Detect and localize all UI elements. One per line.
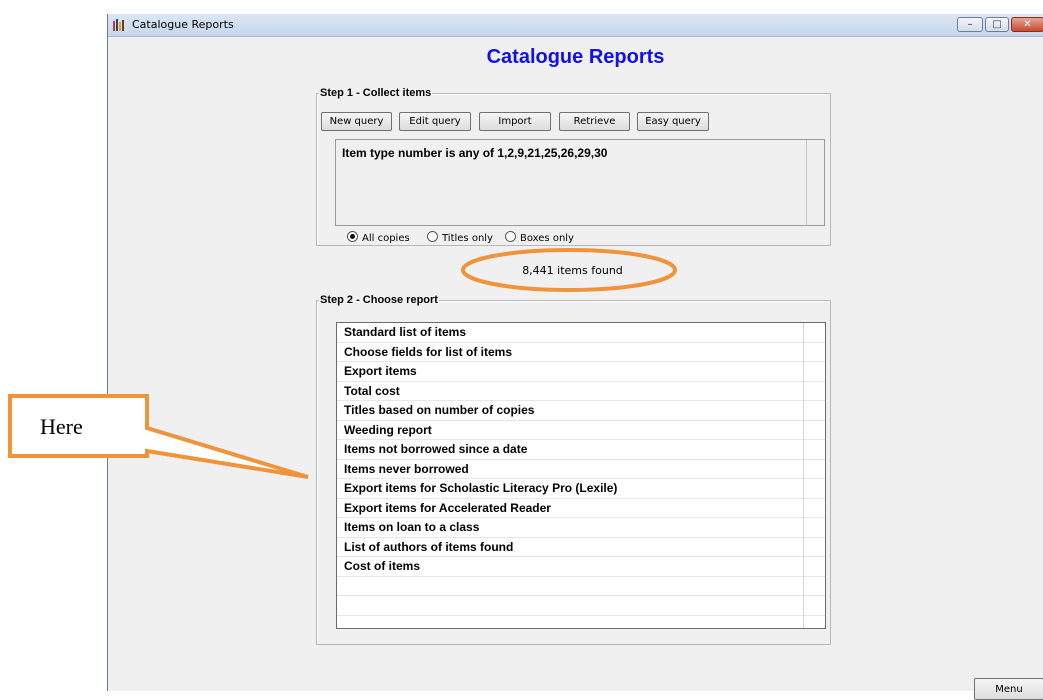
catalogue-reports-window: Catalogue Reports – □ ✕ Catalogue Report… <box>107 14 1043 700</box>
import-button[interactable]: Import <box>479 112 551 131</box>
report-list-item[interactable]: Items not borrowed since a date <box>337 440 825 460</box>
query-scrollbar[interactable] <box>806 140 824 225</box>
maximize-button[interactable]: □ <box>985 17 1009 32</box>
all-copies-label: All copies <box>362 233 410 244</box>
boxes-only-radio[interactable]: Boxes only <box>505 231 574 244</box>
report-list-item[interactable]: Export items <box>337 362 825 382</box>
retrieve-button[interactable]: Retrieve <box>559 112 630 131</box>
step2-legend: Step 2 - Choose report <box>320 294 438 306</box>
minimize-button[interactable]: – <box>957 17 983 32</box>
report-list-item[interactable]: Standard list of items <box>337 323 825 343</box>
app-icon <box>113 19 124 31</box>
report-list-item[interactable] <box>337 596 825 616</box>
report-list-item[interactable]: Export items for Scholastic Literacy Pro… <box>337 479 825 499</box>
report-list[interactable]: Standard list of items Choose fields for … <box>336 322 826 629</box>
items-found-count: 8,441 items found <box>522 264 623 277</box>
report-list-item[interactable]: Total cost <box>337 382 825 401</box>
callout-label: Here <box>40 414 83 439</box>
report-list-item[interactable]: Cost of items <box>337 557 825 577</box>
radio-selected-icon <box>347 231 358 242</box>
titles-only-label: Titles only <box>442 233 493 244</box>
report-list-item[interactable]: List of authors of items found <box>337 538 825 557</box>
menu-button[interactable]: Menu <box>974 678 1043 700</box>
report-list-item[interactable]: Titles based on number of copies <box>337 401 825 421</box>
page-title: Catalogue Reports <box>486 46 665 68</box>
edit-query-button[interactable]: Edit query <box>399 112 471 131</box>
step1-collect-items-group: Step 1 - Collect items New query Edit qu… <box>316 87 831 246</box>
easy-query-button[interactable]: Easy query <box>637 112 709 131</box>
report-list-item[interactable]: Export items for Accelerated Reader <box>337 499 825 518</box>
step1-legend: Step 1 - Collect items <box>320 87 432 99</box>
report-list-item[interactable] <box>337 577 825 596</box>
all-copies-radio[interactable]: All copies <box>347 231 410 244</box>
query-description-box[interactable]: Item type number is any of 1,2,9,21,25,2… <box>335 139 825 226</box>
list-column-divider <box>803 323 804 628</box>
window-title: Catalogue Reports <box>132 18 234 31</box>
report-list-item[interactable]: Choose fields for list of items <box>337 343 825 362</box>
report-list-item[interactable] <box>337 616 825 629</box>
title-bar[interactable]: Catalogue Reports – □ ✕ <box>108 14 1043 37</box>
new-query-button[interactable]: New query <box>321 112 392 131</box>
report-list-item[interactable]: Weeding report <box>337 421 825 440</box>
query-description-text: Item type number is any of 1,2,9,21,25,2… <box>342 146 608 160</box>
close-button[interactable]: ✕ <box>1011 17 1043 32</box>
report-list-item[interactable]: Items on loan to a class <box>337 518 825 538</box>
titles-only-radio[interactable]: Titles only <box>427 231 493 244</box>
radio-unselected-icon <box>427 231 438 242</box>
radio-unselected-icon <box>505 231 516 242</box>
report-list-item[interactable]: Items never borrowed <box>337 460 825 479</box>
step2-choose-report-group: Step 2 - Choose report Standard list of … <box>316 294 831 645</box>
boxes-only-label: Boxes only <box>520 233 574 244</box>
